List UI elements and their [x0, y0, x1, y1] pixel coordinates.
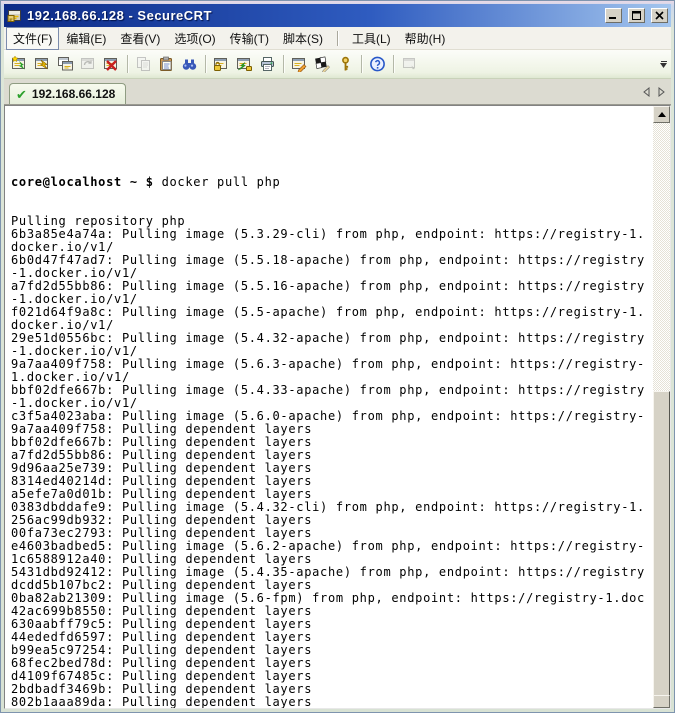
title-bar: 192.168.66.128 - SecureCRT [4, 4, 671, 27]
close-button[interactable] [651, 8, 668, 23]
security-key-icon[interactable] [334, 53, 357, 76]
vertical-scrollbar[interactable] [653, 106, 670, 708]
find-icon[interactable] [178, 53, 201, 76]
menu-divider [337, 31, 338, 46]
scroll-up-icon[interactable] [653, 106, 670, 123]
prompt-user-host: core@localhost ~ $ [11, 175, 154, 189]
toolbar [4, 50, 671, 79]
toolbar-divider [393, 55, 394, 73]
activator-icon [398, 53, 421, 76]
toolbar-divider [283, 55, 284, 73]
terminal-prompt-line: core@localhost ~ $ docker pull php [11, 176, 653, 189]
connect-icon[interactable] [31, 53, 54, 76]
securecrt-app-icon [7, 8, 23, 24]
copy-icon [132, 53, 155, 76]
menu-item-transfer[interactable]: 传输(T) [223, 27, 276, 50]
disconnect-icon[interactable] [100, 53, 123, 76]
connected-check-icon: ✔ [16, 88, 27, 101]
menu-item-edit[interactable]: 编辑(E) [59, 27, 113, 50]
new-session-icon[interactable] [8, 53, 31, 76]
terminal-line: 802b1aaa89da: Pulling dependent layers [11, 696, 653, 708]
tab-session[interactable]: ✔ 192.168.66.128 [9, 83, 126, 104]
tab-label: 192.168.66.128 [32, 87, 115, 101]
menu-item-view[interactable]: 查看(V) [113, 27, 167, 50]
minimize-button[interactable] [605, 8, 622, 23]
toolbar-divider [361, 55, 362, 73]
scroll-down-icon[interactable] [653, 695, 670, 708]
session-options-icon[interactable] [288, 53, 311, 76]
tab-scroll-buttons [643, 85, 665, 101]
tab-scroll-left-icon[interactable] [643, 85, 650, 101]
prompt-command: docker pull php [154, 175, 281, 189]
toolbar-divider [127, 55, 128, 73]
paste-icon[interactable] [155, 53, 178, 76]
tab-scroll-right-icon[interactable] [658, 85, 665, 101]
toolbar-divider [205, 55, 206, 73]
tab-bar: ✔ 192.168.66.128 [4, 79, 671, 105]
clone-session-icon[interactable] [233, 53, 256, 76]
terminal-output: Pulling repository php6b3a85e4a74a: Pull… [11, 215, 653, 708]
menu-bar: 文件(F)编辑(E)查看(V)选项(O)传输(T)脚本(S) 工具(L)帮助(H) [4, 27, 671, 50]
terminal-viewport[interactable]: core@localhost ~ $ docker pull php Pulli… [4, 105, 671, 709]
help-icon[interactable] [366, 53, 389, 76]
menu-item-options[interactable]: 选项(O) [167, 27, 222, 50]
keymap-editor-icon[interactable] [311, 53, 334, 76]
securecrt-window: 192.168.66.128 - SecureCRT 文件(F)编辑(E)查看(… [0, 0, 675, 713]
print-icon[interactable] [256, 53, 279, 76]
menu-item-file[interactable]: 文件(F) [6, 27, 59, 50]
window-title: 192.168.66.128 - SecureCRT [27, 8, 599, 23]
tabbed-session-icon[interactable] [54, 53, 77, 76]
toolbar-overflow-icon[interactable] [658, 56, 669, 72]
session-lock-icon[interactable] [210, 53, 233, 76]
menu-item-script[interactable]: 脚本(S) [276, 27, 330, 50]
menu-item-tools[interactable]: 工具(L) [345, 27, 398, 50]
terminal-text: core@localhost ~ $ docker pull php Pulli… [5, 106, 653, 708]
menu-item-help[interactable]: 帮助(H) [398, 27, 453, 50]
reconnect-icon [77, 53, 100, 76]
scrollbar-thumb[interactable] [653, 391, 670, 699]
maximize-button[interactable] [628, 8, 645, 23]
